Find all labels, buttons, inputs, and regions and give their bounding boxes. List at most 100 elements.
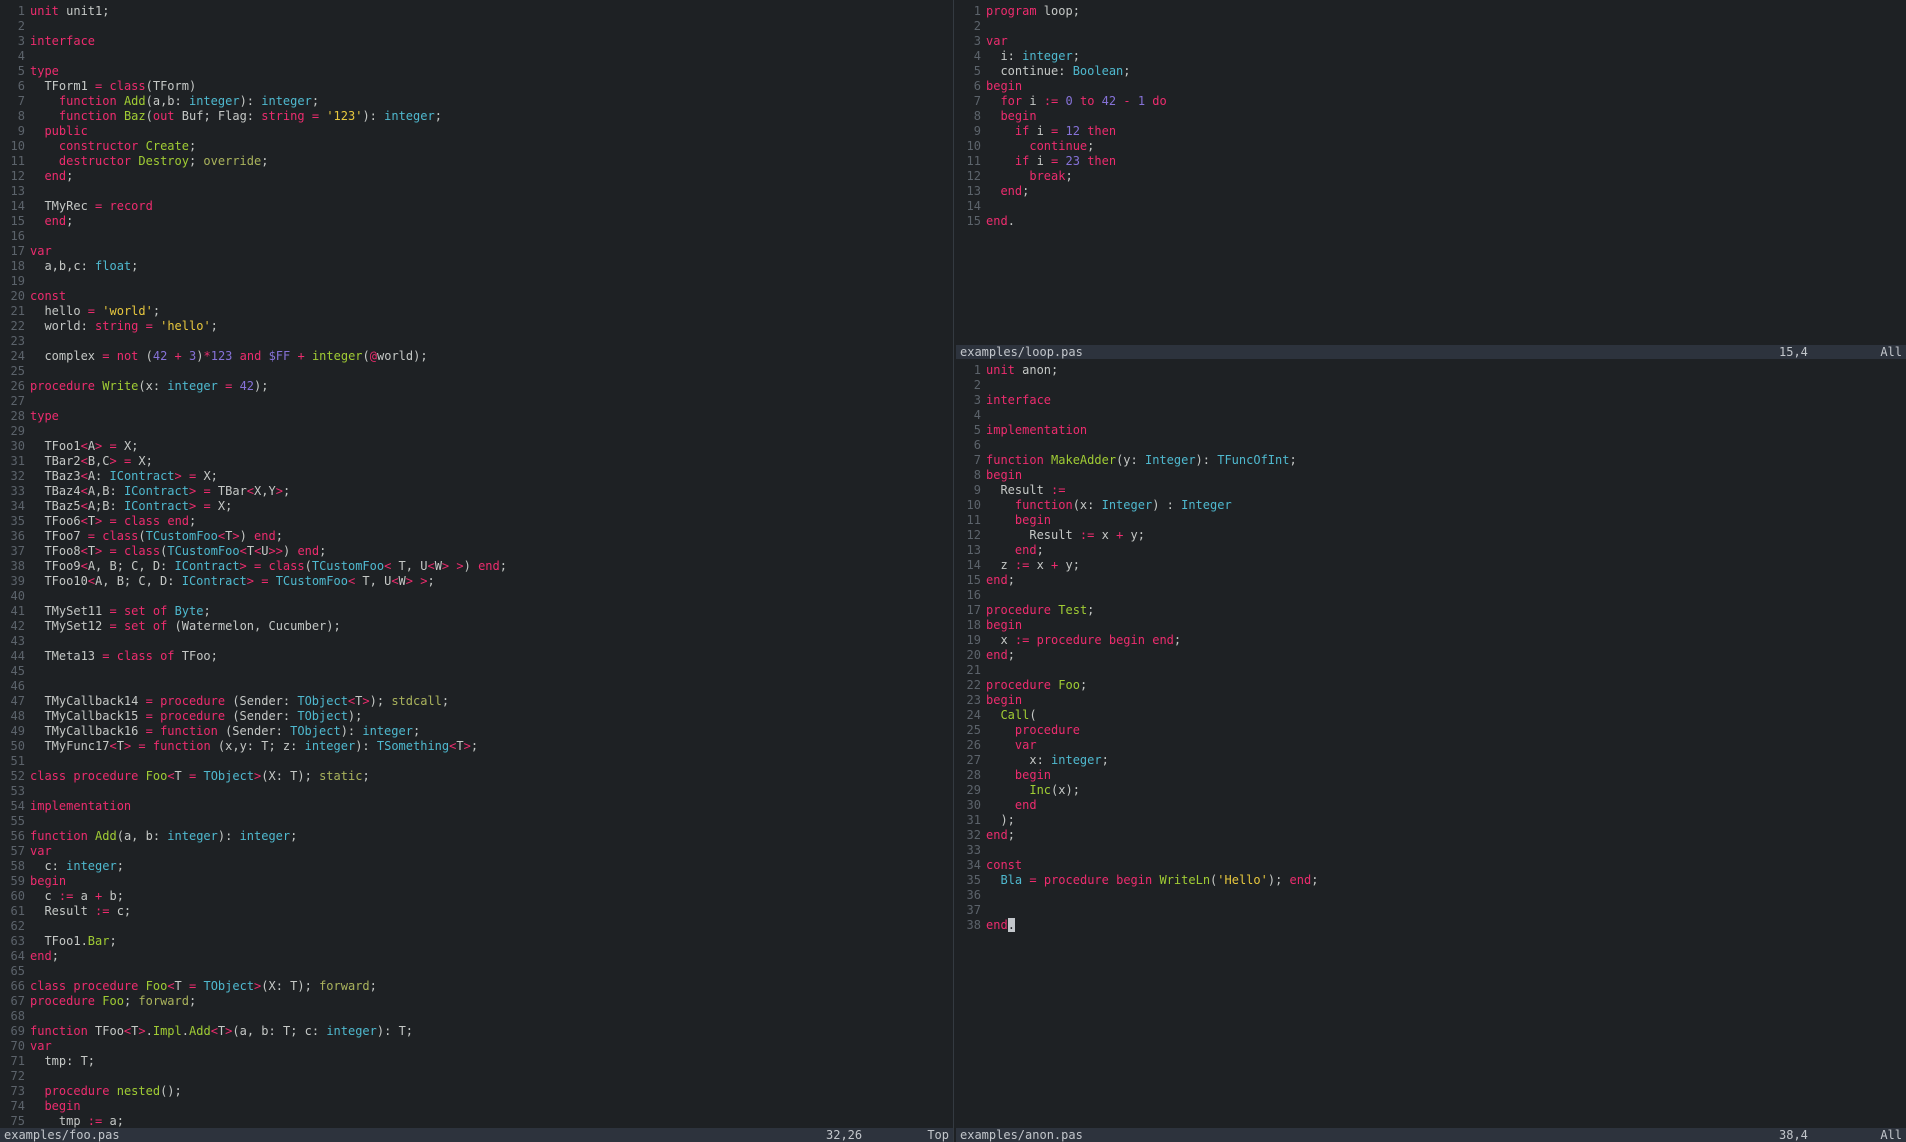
- code-line[interactable]: 51: [0, 754, 953, 769]
- code-line[interactable]: 26procedure Write(x: integer = 42);: [0, 379, 953, 394]
- code-line[interactable]: 28 begin: [956, 768, 1906, 783]
- code-line[interactable]: 67procedure Foo; forward;: [0, 994, 953, 1009]
- code-line[interactable]: 15end.: [956, 214, 1906, 229]
- code-line[interactable]: 38 TFoo9<A, B; C, D: IContract> = class(…: [0, 559, 953, 574]
- code-line[interactable]: 18 a,b,c: float;: [0, 259, 953, 274]
- code-line[interactable]: 42 TMySet12 = set of (Watermelon, Cucumb…: [0, 619, 953, 634]
- code-line[interactable]: 73 procedure nested();: [0, 1084, 953, 1099]
- code-line[interactable]: 34 TBaz5<A;B: IContract> = X;: [0, 499, 953, 514]
- code-line[interactable]: 56function Add(a, b: integer): integer;: [0, 829, 953, 844]
- code-line[interactable]: 5 continue: Boolean;: [956, 64, 1906, 79]
- code-line[interactable]: 33: [956, 843, 1906, 858]
- code-line[interactable]: 53: [0, 784, 953, 799]
- code-line[interactable]: 58 c: integer;: [0, 859, 953, 874]
- code-line[interactable]: 38end.: [956, 918, 1906, 933]
- code-line[interactable]: 54implementation: [0, 799, 953, 814]
- code-line[interactable]: 3var: [956, 34, 1906, 49]
- code-line[interactable]: 20end;: [956, 648, 1906, 663]
- code-line[interactable]: 10 function(x: Integer) : Integer: [956, 498, 1906, 513]
- code-line[interactable]: 50 TMyFunc17<T> = function (x,y: T; z: i…: [0, 739, 953, 754]
- code-line[interactable]: 16: [956, 588, 1906, 603]
- code-line[interactable]: 1unit unit1;: [0, 4, 953, 19]
- statusline-foo[interactable]: examples/foo.pas 32,26 Top: [0, 1128, 953, 1142]
- code-line[interactable]: 4: [0, 49, 953, 64]
- code-line[interactable]: 48 TMyCallback15 = procedure (Sender: TO…: [0, 709, 953, 724]
- code-line[interactable]: 24 complex = not (42 + 3)*123 and $FF + …: [0, 349, 953, 364]
- code-line[interactable]: 4: [956, 408, 1906, 423]
- code-line[interactable]: 8begin: [956, 468, 1906, 483]
- code-line[interactable]: 29: [0, 424, 953, 439]
- code-line[interactable]: 62: [0, 919, 953, 934]
- code-line[interactable]: 40: [0, 589, 953, 604]
- code-line[interactable]: 4 i: integer;: [956, 49, 1906, 64]
- code-line[interactable]: 25 procedure: [956, 723, 1906, 738]
- code-line[interactable]: 63 TFoo1.Bar;: [0, 934, 953, 949]
- code-line[interactable]: 52class procedure Foo<T = TObject>(X: T)…: [0, 769, 953, 784]
- statusline-anon[interactable]: examples/anon.pas 38,4 All: [956, 1128, 1906, 1142]
- code-line[interactable]: 2: [956, 378, 1906, 393]
- code-line[interactable]: 30 TFoo1<A> = X;: [0, 439, 953, 454]
- code-line[interactable]: 74 begin: [0, 1099, 953, 1114]
- code-line[interactable]: 21: [956, 663, 1906, 678]
- code-line[interactable]: 7function MakeAdder(y: Integer): TFuncOf…: [956, 453, 1906, 468]
- editor-pane-loop[interactable]: 1program loop;23var4 i: integer;5 contin…: [956, 0, 1906, 345]
- code-line[interactable]: 2: [956, 19, 1906, 34]
- code-line[interactable]: 12 end;: [0, 169, 953, 184]
- code-line[interactable]: 14 z := x + y;: [956, 558, 1906, 573]
- code-line[interactable]: 39 TFoo10<A, B; C, D: IContract> = TCust…: [0, 574, 953, 589]
- code-line[interactable]: 9 if i = 12 then: [956, 124, 1906, 139]
- code-line[interactable]: 12 Result := x + y;: [956, 528, 1906, 543]
- code-line[interactable]: 12 break;: [956, 169, 1906, 184]
- code-line[interactable]: 24 Call(: [956, 708, 1906, 723]
- code-line[interactable]: 11 destructor Destroy; override;: [0, 154, 953, 169]
- code-line[interactable]: 70var: [0, 1039, 953, 1054]
- code-line[interactable]: 32 TBaz3<A: IContract> = X;: [0, 469, 953, 484]
- code-line[interactable]: 8 function Baz(out Buf; Flag: string = '…: [0, 109, 953, 124]
- statusline-loop[interactable]: examples/loop.pas 15,4 All: [956, 345, 1906, 359]
- code-line[interactable]: 7 for i := 0 to 42 - 1 do: [956, 94, 1906, 109]
- code-line[interactable]: 36: [956, 888, 1906, 903]
- code-line[interactable]: 14 TMyRec = record: [0, 199, 953, 214]
- code-line[interactable]: 31 );: [956, 813, 1906, 828]
- code-line[interactable]: 72: [0, 1069, 953, 1084]
- code-line[interactable]: 11 if i = 23 then: [956, 154, 1906, 169]
- code-line[interactable]: 45: [0, 664, 953, 679]
- code-line[interactable]: 22 world: string = 'hello';: [0, 319, 953, 334]
- code-line[interactable]: 60 c := a + b;: [0, 889, 953, 904]
- code-line[interactable]: 6begin: [956, 79, 1906, 94]
- code-line[interactable]: 10 continue;: [956, 139, 1906, 154]
- code-line[interactable]: 23: [0, 334, 953, 349]
- code-line[interactable]: 22procedure Foo;: [956, 678, 1906, 693]
- code-line[interactable]: 49 TMyCallback16 = function (Sender: TOb…: [0, 724, 953, 739]
- code-line[interactable]: 71 tmp: T;: [0, 1054, 953, 1069]
- code-line[interactable]: 41 TMySet11 = set of Byte;: [0, 604, 953, 619]
- code-line[interactable]: 37: [956, 903, 1906, 918]
- code-line[interactable]: 33 TBaz4<A,B: IContract> = TBar<X,Y>;: [0, 484, 953, 499]
- code-line[interactable]: 68: [0, 1009, 953, 1024]
- code-line[interactable]: 46: [0, 679, 953, 694]
- code-line[interactable]: 37 TFoo8<T> = class(TCustomFoo<T<U>>) en…: [0, 544, 953, 559]
- code-line[interactable]: 13: [0, 184, 953, 199]
- code-line[interactable]: 44 TMeta13 = class of TFoo;: [0, 649, 953, 664]
- code-line[interactable]: 1unit anon;: [956, 363, 1906, 378]
- code-line[interactable]: 21 hello = 'world';: [0, 304, 953, 319]
- code-line[interactable]: 14: [956, 199, 1906, 214]
- code-line[interactable]: 13 end;: [956, 543, 1906, 558]
- code-line[interactable]: 15 end;: [0, 214, 953, 229]
- editor-pane-foo[interactable]: 1unit unit1;23interface45type6 TForm1 = …: [0, 0, 953, 1128]
- code-line[interactable]: 31 TBar2<B,C> = X;: [0, 454, 953, 469]
- code-line[interactable]: 27: [0, 394, 953, 409]
- code-line[interactable]: 66class procedure Foo<T = TObject>(X: T)…: [0, 979, 953, 994]
- code-line[interactable]: 20const: [0, 289, 953, 304]
- code-line[interactable]: 8 begin: [956, 109, 1906, 124]
- code-line[interactable]: 6 TForm1 = class(TForm): [0, 79, 953, 94]
- code-line[interactable]: 2: [0, 19, 953, 34]
- code-line[interactable]: 25: [0, 364, 953, 379]
- code-line[interactable]: 34const: [956, 858, 1906, 873]
- code-line[interactable]: 1program loop;: [956, 4, 1906, 19]
- code-line[interactable]: 9 public: [0, 124, 953, 139]
- code-line[interactable]: 10 constructor Create;: [0, 139, 953, 154]
- code-line[interactable]: 7 function Add(a,b: integer): integer;: [0, 94, 953, 109]
- code-line[interactable]: 64end;: [0, 949, 953, 964]
- code-line[interactable]: 13 end;: [956, 184, 1906, 199]
